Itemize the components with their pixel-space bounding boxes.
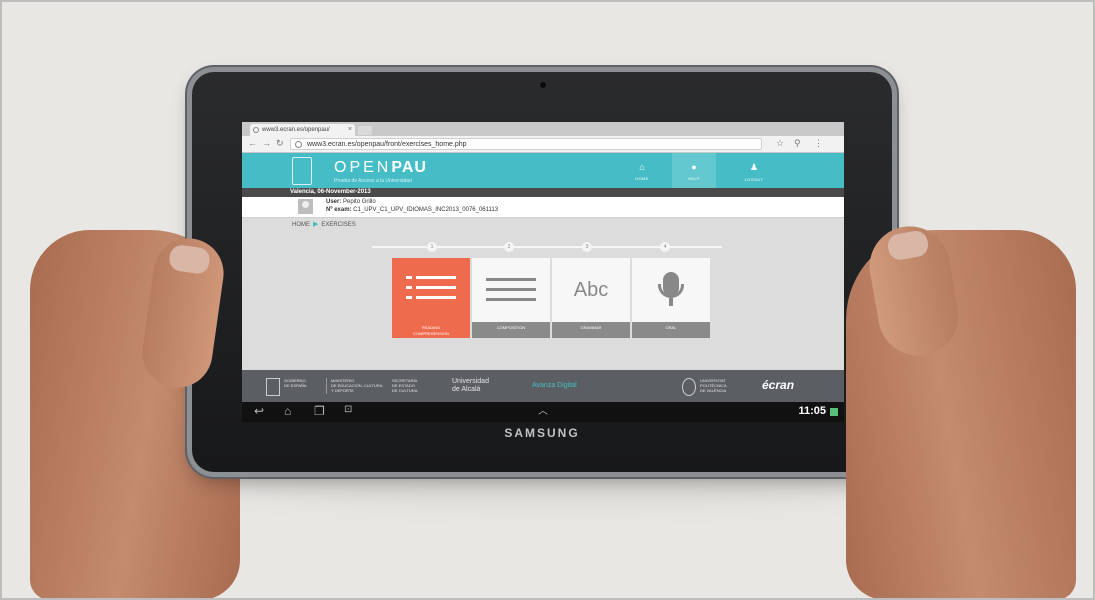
secretaria-logo: SECRETARÍA DE ESTADO DE CULTURA xyxy=(392,378,417,394)
address-bar[interactable]: www3.ecran.es/openpau/front/exercises_ho… xyxy=(290,138,762,150)
logo-subtitle: Prueba de Acceso a la Universidad xyxy=(334,178,412,184)
nav-logout[interactable]: ♟ LOGOUT xyxy=(732,153,776,188)
browser-tab-strip: www3.ecran.es/openpau/ × xyxy=(242,122,844,136)
grammar-label: GRAMMAR xyxy=(580,325,602,330)
breadcrumb-exercises[interactable]: EXERCISES xyxy=(321,222,355,228)
exercise-card-reading[interactable]: READING COMPREHENSION xyxy=(392,258,470,338)
nav-home[interactable]: ⌂ HOME xyxy=(620,153,664,188)
logo-text-light: OPEN xyxy=(334,159,392,176)
home-nav-icon[interactable]: ⌂ xyxy=(284,404,291,418)
alcala-logo: Universidad de Alcalá xyxy=(452,378,489,394)
new-tab-button[interactable] xyxy=(358,126,372,135)
url-text: www3.ecran.es/openpau/front/exercises_ho… xyxy=(307,141,467,148)
upv-line3: DE VALÈNCIA xyxy=(700,388,727,393)
alcala-line1: Universidad xyxy=(452,378,489,385)
browser-tab[interactable]: www3.ecran.es/openpau/ × xyxy=(250,124,355,136)
breadcrumb-arrow-icon: ▶ xyxy=(313,221,319,228)
site-logo[interactable]: OPENPAU xyxy=(334,159,427,177)
tablet-screen: www3.ecran.es/openpau/ × ← → ↻ www3.ecra… xyxy=(242,122,844,422)
ecran-logo: écran xyxy=(762,378,795,392)
avatar xyxy=(298,199,313,214)
gobierno-line2: DE ESPAÑA xyxy=(284,383,307,388)
date-line: Valencia, 06-November-2013 xyxy=(242,188,844,197)
user-line: User: Pepito Grillo xyxy=(326,199,376,205)
user-label: User: xyxy=(326,199,342,205)
site-header: OPENPAU Prueba de Acceso a la Universida… xyxy=(242,153,844,188)
step-3: 3 xyxy=(582,242,592,252)
exercise-card-composition[interactable]: COMPOSITION xyxy=(472,258,550,338)
upv-logo: UNIVERSITAT POLITÈCNICA DE VALÈNCIA xyxy=(700,378,727,394)
front-camera xyxy=(540,82,546,88)
globe-icon xyxy=(295,141,302,148)
recent-apps-icon[interactable]: ❐ xyxy=(314,404,325,418)
exercise-card-grammar[interactable]: Abc GRAMMAR xyxy=(552,258,630,338)
microphone-icon[interactable]: ⚲ xyxy=(794,138,801,149)
spain-coat-of-arms-logo xyxy=(266,378,280,396)
microphone-icon xyxy=(632,258,710,322)
step-4: 4 xyxy=(660,242,670,252)
reading-label-line2: COMPREHENSION xyxy=(413,331,449,336)
composition-label: COMPOSITION xyxy=(496,325,526,330)
nav-help-label: HELP xyxy=(688,176,700,181)
back-nav-icon[interactable]: ↩ xyxy=(254,404,264,418)
breadcrumb-home[interactable]: HOME xyxy=(292,222,310,228)
chevron-up-icon[interactable]: ︿ xyxy=(538,402,548,417)
step-2: 2 xyxy=(504,242,514,252)
browser-tab-title: www3.ecran.es/openpau/ xyxy=(262,127,330,133)
avanza-logo: Avanza Digital xyxy=(532,382,577,389)
ministerio-line3: Y DEPORTE xyxy=(331,388,354,393)
ministerio-logo: MINISTERIO DE EDUCACIÓN, CULTURA Y DEPOR… xyxy=(326,378,383,394)
close-tab-icon[interactable]: × xyxy=(348,124,352,136)
exam-label: Nº exam: xyxy=(326,207,352,213)
nav-home-label: HOME xyxy=(635,176,649,181)
abc-icon: Abc xyxy=(552,258,630,322)
exercise-card-composition-label: COMPOSITION xyxy=(472,322,550,338)
user-name: Pepito Grillo xyxy=(343,199,376,205)
exam-line: Nº exam: C1_UPV_C1_UPV_IDIOMAS_INC2013_0… xyxy=(326,207,498,213)
exercise-card-grammar-label: GRAMMAR xyxy=(552,322,630,338)
bookmark-star-icon[interactable]: ☆ xyxy=(776,138,784,149)
exercise-card-reading-label: READING COMPREHENSION xyxy=(392,322,470,338)
device-brand: SAMSUNG xyxy=(504,426,580,440)
site-footer: GOBIERNO DE ESPAÑA MINISTERIO DE EDUCACI… xyxy=(242,370,844,402)
battery-icon xyxy=(830,408,838,416)
page-favicon-icon xyxy=(253,127,259,133)
oral-label: ORAL xyxy=(665,325,677,330)
reading-label-line1: READING xyxy=(421,325,441,330)
gobierno-logo: GOBIERNO DE ESPAÑA xyxy=(284,378,307,394)
back-icon[interactable]: ← xyxy=(248,138,257,148)
exercise-card-oral-label: ORAL xyxy=(632,322,710,338)
reload-icon[interactable]: ↻ xyxy=(276,138,284,149)
home-icon: ⌂ xyxy=(639,162,645,172)
university-crest-logo xyxy=(292,157,312,185)
secretaria-line3: DE CULTURA xyxy=(392,388,418,393)
browser-menu-icon[interactable]: ⋮ xyxy=(814,138,823,149)
exam-value: C1_UPV_C1_UPV_IDIOMAS_INC2013_0076_06111… xyxy=(353,207,499,213)
upv-crest-logo xyxy=(682,378,696,396)
text-lines-icon xyxy=(472,258,550,322)
user-icon: ♟ xyxy=(749,162,759,172)
nav-logout-label: LOGOUT xyxy=(744,177,764,182)
forward-icon[interactable]: → xyxy=(262,138,271,148)
browser-toolbar: ← → ↻ www3.ecran.es/openpau/front/exerci… xyxy=(242,136,844,153)
step-1: 1 xyxy=(427,242,437,252)
logo-text-bold: PAU xyxy=(391,159,427,176)
screenshot-icon[interactable]: ⊡ xyxy=(344,404,352,415)
alcala-line2: de Alcalá xyxy=(452,386,481,393)
breadcrumb: HOME ▶ EXERCISES xyxy=(292,220,356,228)
list-icon xyxy=(392,258,470,322)
nav-help[interactable]: ● HELP xyxy=(672,153,716,188)
tablet-device: www3.ecran.es/openpau/ × ← → ↻ www3.ecra… xyxy=(192,72,892,472)
exercise-card-oral[interactable]: ORAL xyxy=(632,258,710,338)
status-clock: 11:05 xyxy=(798,405,826,417)
user-info-bar: User: Pepito Grillo Nº exam: C1_UPV_C1_U… xyxy=(242,197,844,218)
system-bar: ↩ ⌂ ❐ ⊡ ︿ 11:05 xyxy=(242,402,844,422)
help-icon: ● xyxy=(691,162,697,172)
